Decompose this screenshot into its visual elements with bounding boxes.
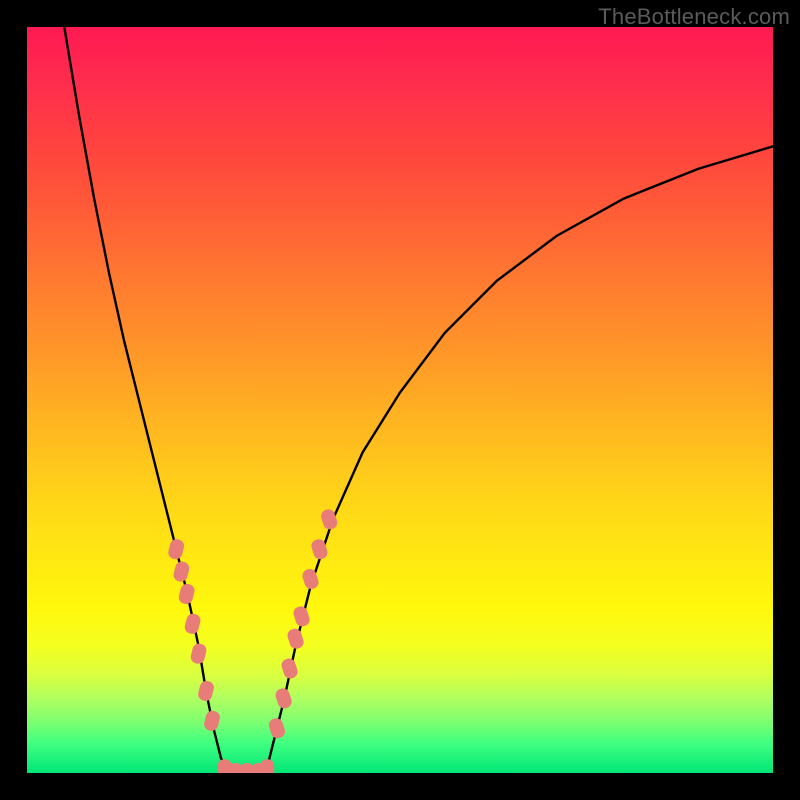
data-marker	[189, 642, 207, 665]
data-marker	[177, 583, 195, 606]
data-marker	[203, 709, 221, 732]
data-marker	[280, 657, 299, 680]
data-marker	[292, 605, 311, 628]
data-marker	[267, 717, 286, 740]
data-marker	[274, 687, 293, 710]
watermark-text: TheBottleneck.com	[598, 4, 790, 30]
marker-layer	[167, 508, 339, 773]
data-marker	[197, 680, 215, 703]
data-marker	[301, 567, 320, 590]
data-marker	[167, 538, 185, 561]
chart-plot-area	[27, 27, 773, 773]
data-marker	[286, 627, 305, 650]
data-marker	[172, 560, 190, 583]
data-marker	[183, 612, 201, 635]
curve-layer	[64, 27, 773, 773]
bottleneck-curve	[64, 27, 773, 773]
chart-svg	[27, 27, 773, 773]
data-marker	[260, 759, 274, 773]
chart-frame: TheBottleneck.com	[0, 0, 800, 800]
